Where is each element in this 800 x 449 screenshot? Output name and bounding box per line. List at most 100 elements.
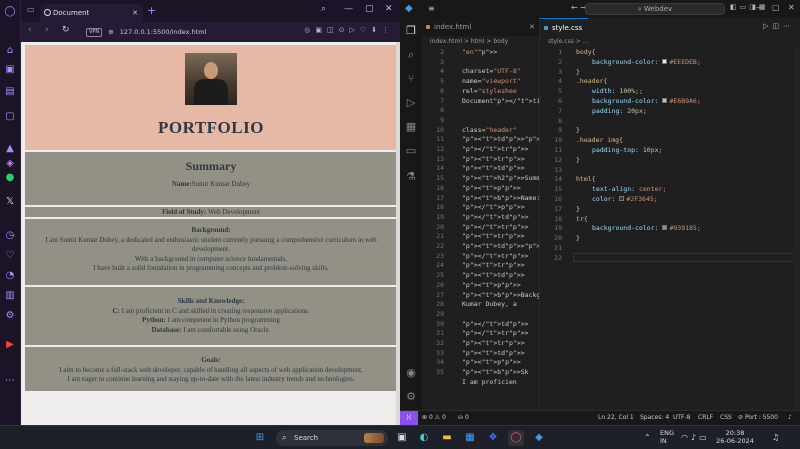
line-number: 2	[558, 57, 562, 66]
remote-indicator-icon[interactable]: ⟩⟨	[400, 411, 418, 425]
tray-overflow-icon[interactable]: ⌃	[644, 433, 651, 442]
code-line: "p"></"t">tr"p">>	[462, 145, 529, 153]
live-server-port[interactable]: ⊘ Port : 5500	[738, 411, 778, 425]
more-icon[interactable]: ⋯	[4, 375, 16, 387]
line-number: 11	[554, 146, 562, 154]
breadcrumb-css[interactable]: style.css > ...	[540, 36, 800, 47]
tab-index-html[interactable]: index.html ✕	[422, 18, 539, 36]
tab-close-icon[interactable]: ✕	[529, 18, 535, 36]
manage-gear-icon[interactable]: ⚙	[404, 390, 418, 404]
remote-explorer-icon[interactable]: ▭	[404, 144, 418, 158]
forward-icon[interactable]: ›	[45, 25, 49, 35]
messenger-icon[interactable]: ◈	[4, 158, 16, 170]
line-number: 17	[436, 193, 444, 202]
code-line: padding-top: 10px;	[592, 146, 662, 154]
toolbar-icons[interactable]: ◎▣◫⊙▷♡⬇⋮	[304, 26, 394, 34]
ports-status[interactable]: ⛀ 0	[458, 411, 469, 425]
eol-status[interactable]: CRLF	[698, 411, 713, 425]
site-info-icon[interactable]: ⊕	[108, 28, 113, 36]
css-value: #EEEDEB;	[669, 57, 701, 66]
browser-tab[interactable]: Document ✕	[40, 4, 143, 22]
breadcrumb-html[interactable]: index.html > html > body	[422, 36, 539, 47]
close-window-icon[interactable]: ✕	[385, 4, 393, 14]
history-icon[interactable]: ◷	[4, 230, 16, 242]
new-tab-icon[interactable]: +	[147, 4, 156, 17]
vpn-badge[interactable]: VPN	[86, 28, 103, 37]
home-icon[interactable]: ⌂	[4, 45, 16, 57]
command-center[interactable]: ⌕ Webdev	[585, 3, 725, 15]
extensions-icon[interactable]: ▦	[404, 120, 418, 134]
minimize-icon[interactable]: —	[344, 4, 353, 14]
current-line-highlight	[573, 252, 795, 262]
accounts-icon[interactable]: ◉	[404, 366, 418, 380]
tab-style-css[interactable]: style.css	[540, 18, 588, 36]
color-swatch[interactable]	[662, 98, 668, 103]
back-icon[interactable]: ‹	[28, 25, 32, 35]
twitch-icon[interactable]: ▤	[4, 86, 16, 98]
clock[interactable]: 20:38 26-06-2024	[714, 429, 756, 445]
testing-icon[interactable]: ⚗	[404, 170, 418, 184]
color-swatch[interactable]	[662, 225, 668, 231]
vscode-taskbar-icon[interactable]: ◆	[531, 430, 547, 446]
opera-logo-icon[interactable]: ◯	[4, 6, 16, 18]
task-view-icon[interactable]: ▣	[394, 430, 410, 446]
editor-scrollbar[interactable]	[794, 48, 800, 408]
close-tab-icon[interactable]: ✕	[132, 4, 138, 22]
explorer-icon[interactable]: ❐	[404, 24, 418, 38]
color-swatch[interactable]	[662, 58, 668, 64]
dropbox-icon[interactable]: ❖	[485, 430, 501, 446]
language-mode[interactable]: CSS	[720, 411, 732, 425]
line-number: 15	[436, 174, 444, 183]
cursor-position[interactable]: Ln 22, Col 1	[598, 411, 634, 425]
maximize-icon[interactable]: ▢	[365, 4, 374, 14]
aria-icon[interactable]: ▲	[4, 143, 16, 155]
reload-icon[interactable]: ↻	[62, 25, 70, 35]
settings-icon[interactable]: ⚙	[4, 310, 16, 322]
edge-icon[interactable]: ◐	[416, 430, 432, 446]
youtube-icon[interactable]: ▶	[4, 339, 16, 351]
globe-icon	[44, 9, 51, 16]
source-control-icon[interactable]: ⑂	[404, 72, 418, 86]
css-value: center;	[638, 185, 667, 194]
line-number: 30	[436, 319, 444, 328]
x-twitter-icon[interactable]: 𝕏	[4, 196, 16, 208]
tab-island-icon[interactable]: ▭	[27, 5, 35, 14]
code-line: }	[576, 234, 580, 243]
heart-icon[interactable]: ♡	[4, 250, 16, 262]
store-icon[interactable]: ▦	[462, 430, 478, 446]
extension-icon[interactable]: ▢	[4, 111, 16, 123]
goals-line-1: I aim to become a full-stack web develop…	[59, 365, 363, 374]
opera-taskbar-icon[interactable]: ◯	[508, 430, 524, 446]
clock-icon[interactable]: ◔	[4, 270, 16, 282]
encoding-status[interactable]: UTF-8	[673, 411, 691, 425]
menu-icon[interactable]: ≡	[428, 4, 435, 13]
whatsapp-icon[interactable]: ●	[4, 172, 16, 184]
color-swatch[interactable]	[619, 196, 625, 201]
line-number: 15	[554, 185, 562, 194]
notification-bell-icon[interactable]: ♫	[772, 433, 779, 442]
run-debug-icon[interactable]: ▷	[404, 96, 418, 110]
problems-status[interactable]: ⊗ 0 ⚠ 0	[422, 411, 446, 425]
network-volume-battery-icons[interactable]: ◠♪▭	[681, 433, 710, 442]
language-indicator[interactable]: ENG IN	[660, 429, 674, 445]
search-icon[interactable]: ⌕	[404, 48, 418, 62]
css-property: text-align:	[592, 185, 639, 194]
start-icon[interactable]: ⊞	[252, 430, 268, 446]
editor-actions-icons[interactable]: ▷◫⋯	[763, 22, 794, 30]
line-number: 32	[436, 339, 444, 347]
vscode-maximize-icon[interactable]: ▢	[772, 3, 780, 12]
line-number: 18	[554, 214, 562, 223]
code-line: }	[576, 204, 580, 213]
search-tabs-icon[interactable]: ⌕	[321, 4, 326, 14]
css-value: 20px;	[627, 106, 647, 115]
bag-icon[interactable]: ▣	[4, 64, 16, 76]
taskbar-search[interactable]: ⌕ Search	[276, 430, 388, 446]
notifications-icon[interactable]: ♪	[788, 411, 792, 425]
indentation-status[interactable]: Spaces: 4	[640, 411, 669, 425]
file-explorer-icon[interactable]: ▬	[439, 430, 455, 446]
box-icon[interactable]: ▥	[4, 290, 16, 302]
vscode-close-icon[interactable]: ✕	[788, 3, 795, 12]
url-field[interactable]: VPN ⊕ 127.0.0.1:5500/index.html	[86, 25, 266, 39]
line-number: 1	[558, 48, 562, 56]
vscode-minimize-icon[interactable]: —	[756, 3, 764, 12]
